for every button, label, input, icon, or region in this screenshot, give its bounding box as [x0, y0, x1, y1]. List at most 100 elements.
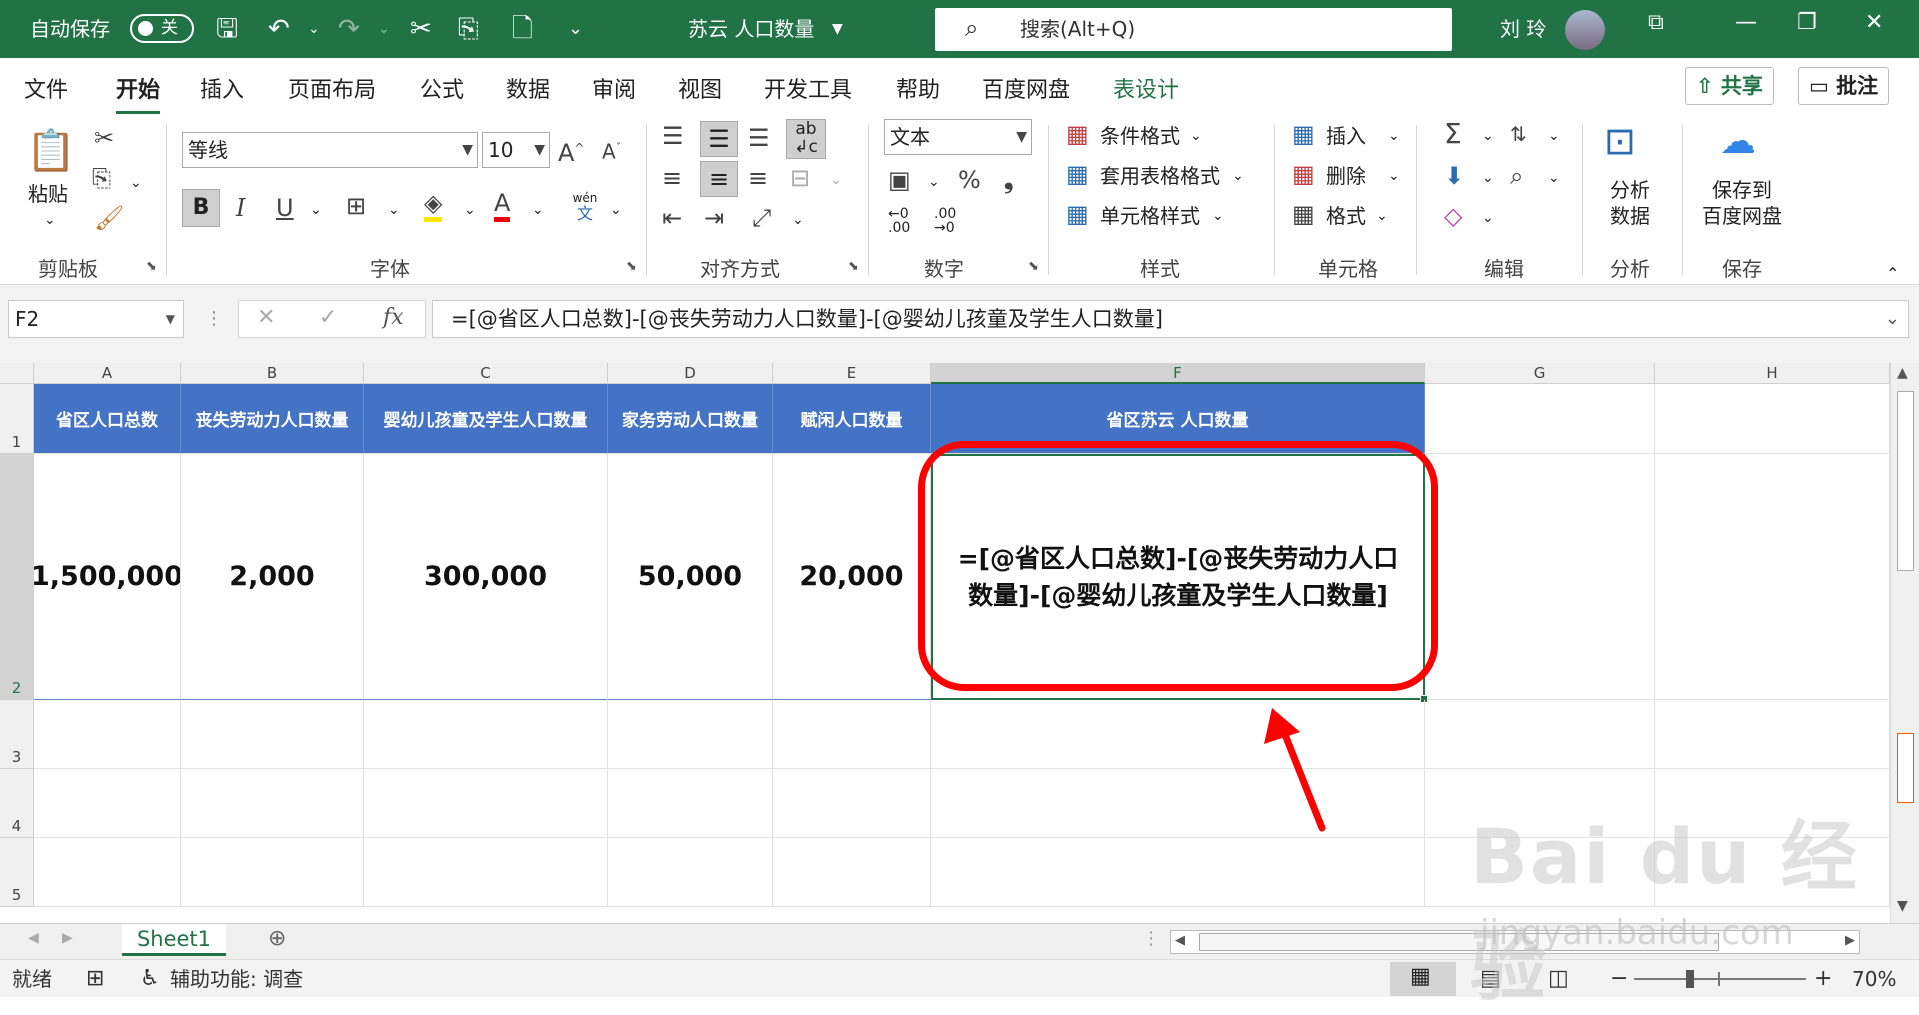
cell[interactable]: [773, 769, 931, 838]
font-color-dropdown-icon[interactable]: ⌄: [532, 197, 544, 223]
format-painter-qat-icon[interactable]: ⎘: [458, 14, 479, 44]
borders-icon[interactable]: ⊞: [346, 191, 366, 221]
row-header-5[interactable]: 5: [0, 838, 34, 907]
accessibility-status[interactable]: 辅助功能: 调查: [170, 960, 303, 998]
formula-input[interactable]: =[@省区人口总数]-[@丧失劳动力人口数量]-[@婴幼儿孩童及学生人口数量] …: [432, 300, 1909, 338]
align-middle-button[interactable]: ☰: [700, 121, 738, 157]
analyze-data-icon[interactable]: ⊡: [1604, 119, 1636, 163]
close-icon[interactable]: ✕: [1865, 10, 1883, 35]
column-header-e[interactable]: E: [773, 363, 931, 384]
table-header-cell[interactable]: 省区苏云 人口数量: [931, 384, 1425, 454]
save-icon[interactable]: 🖫: [216, 14, 238, 44]
avatar[interactable]: [1565, 10, 1605, 50]
enter-icon[interactable]: ✓: [319, 305, 337, 330]
hscroll-thumb[interactable]: [1199, 933, 1719, 951]
cell[interactable]: [181, 700, 364, 769]
delete-cells-button[interactable]: 删除: [1326, 163, 1366, 189]
cell[interactable]: [34, 769, 181, 838]
vertical-scrollbar[interactable]: ▲ ▼: [1890, 363, 1919, 923]
restore-icon[interactable]: ❐: [1797, 10, 1817, 35]
font-name-combo[interactable]: 等线 ▼: [182, 132, 478, 168]
insert-function-icon[interactable]: fx: [383, 305, 404, 330]
insert-cells-button[interactable]: 插入: [1326, 123, 1366, 149]
chevron-down-icon[interactable]: ⌄: [1190, 123, 1202, 149]
tab-file[interactable]: 文件: [24, 72, 68, 104]
table-header-cell[interactable]: 丧失劳动力人口数量: [181, 384, 364, 454]
tab-table-design[interactable]: 表设计: [1113, 72, 1179, 104]
conditional-format-button[interactable]: 条件格式: [1100, 123, 1180, 149]
normal-view-button[interactable]: ▦: [1390, 962, 1456, 996]
chevron-down-icon[interactable]: ⌄: [1388, 163, 1400, 189]
table-header-cell[interactable]: 婴幼儿孩童及学生人口数量: [364, 384, 608, 454]
cell[interactable]: [773, 700, 931, 769]
tab-data[interactable]: 数据: [506, 72, 550, 104]
fill-dropdown-icon[interactable]: ⌄: [1482, 165, 1494, 191]
cell[interactable]: [181, 769, 364, 838]
search-box[interactable]: ⌕ 搜索(Alt+Q): [935, 8, 1452, 51]
clipboard-launcher-icon[interactable]: ⬊: [146, 259, 157, 274]
table-cell[interactable]: 50,000: [608, 454, 773, 700]
cell[interactable]: [931, 769, 1425, 838]
cut-icon[interactable]: ✂: [94, 123, 114, 153]
cell[interactable]: [931, 838, 1425, 907]
sort-filter-icon[interactable]: ⇅: [1510, 119, 1527, 149]
chevron-down-icon[interactable]: ⌄: [1232, 163, 1244, 189]
delete-cells-icon[interactable]: ▦: [1292, 159, 1315, 189]
format-painter-icon[interactable]: 🖌: [94, 203, 124, 233]
cell[interactable]: [773, 838, 931, 907]
column-header-c[interactable]: C: [364, 363, 608, 384]
format-cells-button[interactable]: 格式: [1326, 203, 1366, 229]
cell-styles-button[interactable]: 单元格样式: [1100, 203, 1200, 229]
cell[interactable]: [1425, 700, 1655, 769]
cell[interactable]: [1425, 384, 1655, 454]
phonetic-guide-icon[interactable]: wén 文: [570, 191, 600, 227]
cell[interactable]: [931, 700, 1425, 769]
conditional-format-icon[interactable]: ▦: [1066, 119, 1089, 149]
format-as-table-button[interactable]: 套用表格格式: [1100, 163, 1220, 189]
undo-dropdown-icon[interactable]: ⌄: [308, 14, 320, 44]
collapse-ribbon-icon[interactable]: ⌃: [1886, 261, 1899, 287]
format-cells-icon[interactable]: ▦: [1292, 199, 1315, 229]
tab-home[interactable]: 开始: [116, 72, 161, 114]
table-cell[interactable]: 2,000: [181, 454, 364, 700]
increase-decimal-icon[interactable]: ←0.00: [888, 207, 910, 235]
cell[interactable]: [1425, 454, 1655, 700]
cell[interactable]: [364, 700, 608, 769]
comments-button[interactable]: ▭ 批注: [1798, 67, 1890, 105]
italic-button[interactable]: I: [236, 193, 245, 223]
share-button[interactable]: ⇧ 共享: [1685, 67, 1774, 105]
table-cell[interactable]: 20,000: [773, 454, 931, 700]
scroll-up-icon[interactable]: ▲: [1897, 365, 1908, 381]
tab-developer[interactable]: 开发工具: [764, 72, 852, 104]
cell-styles-icon[interactable]: ▦: [1066, 199, 1089, 229]
zoom-out-icon[interactable]: −: [1610, 960, 1628, 998]
cell[interactable]: [608, 769, 773, 838]
tab-review[interactable]: 审阅: [592, 72, 636, 104]
zoom-in-icon[interactable]: +: [1814, 960, 1832, 998]
document-title[interactable]: 苏云 人口数量: [688, 0, 814, 58]
tab-baidu-netdisk[interactable]: 百度网盘: [982, 72, 1070, 104]
font-size-combo[interactable]: 10 ▼: [482, 132, 550, 168]
cancel-icon[interactable]: ✕: [257, 305, 275, 330]
table-header-cell[interactable]: 省区人口总数: [34, 384, 181, 454]
align-right-icon[interactable]: ≡: [748, 163, 768, 193]
redo-dropdown-icon[interactable]: ⌄: [378, 14, 390, 44]
cell[interactable]: [181, 838, 364, 907]
redo-icon[interactable]: ↷: [338, 14, 360, 44]
percent-icon[interactable]: %: [958, 165, 981, 195]
save-baidu-line1[interactable]: 保存到: [1712, 177, 1772, 203]
customize-qat-icon[interactable]: ⌄: [568, 14, 583, 44]
bold-button[interactable]: B: [182, 189, 220, 227]
cut-icon[interactable]: ✂: [410, 14, 432, 44]
table-header-cell[interactable]: 赋闲人口数量: [773, 384, 931, 454]
row-header-1[interactable]: 1: [0, 384, 34, 454]
comma-style-icon[interactable]: ❟: [1004, 165, 1013, 195]
accounting-dropdown-icon[interactable]: ⌄: [928, 169, 940, 195]
underline-dropdown-icon[interactable]: ⌄: [310, 197, 322, 223]
analyze-data-line2[interactable]: 数据: [1610, 203, 1650, 229]
decrease-indent-icon[interactable]: ⇤: [662, 203, 682, 233]
copy-icon[interactable]: ⎘: [92, 163, 111, 193]
chevron-down-icon[interactable]: ⌄: [1376, 203, 1388, 229]
page-break-icon[interactable]: ◫: [1548, 960, 1569, 998]
column-header-d[interactable]: D: [608, 363, 773, 384]
